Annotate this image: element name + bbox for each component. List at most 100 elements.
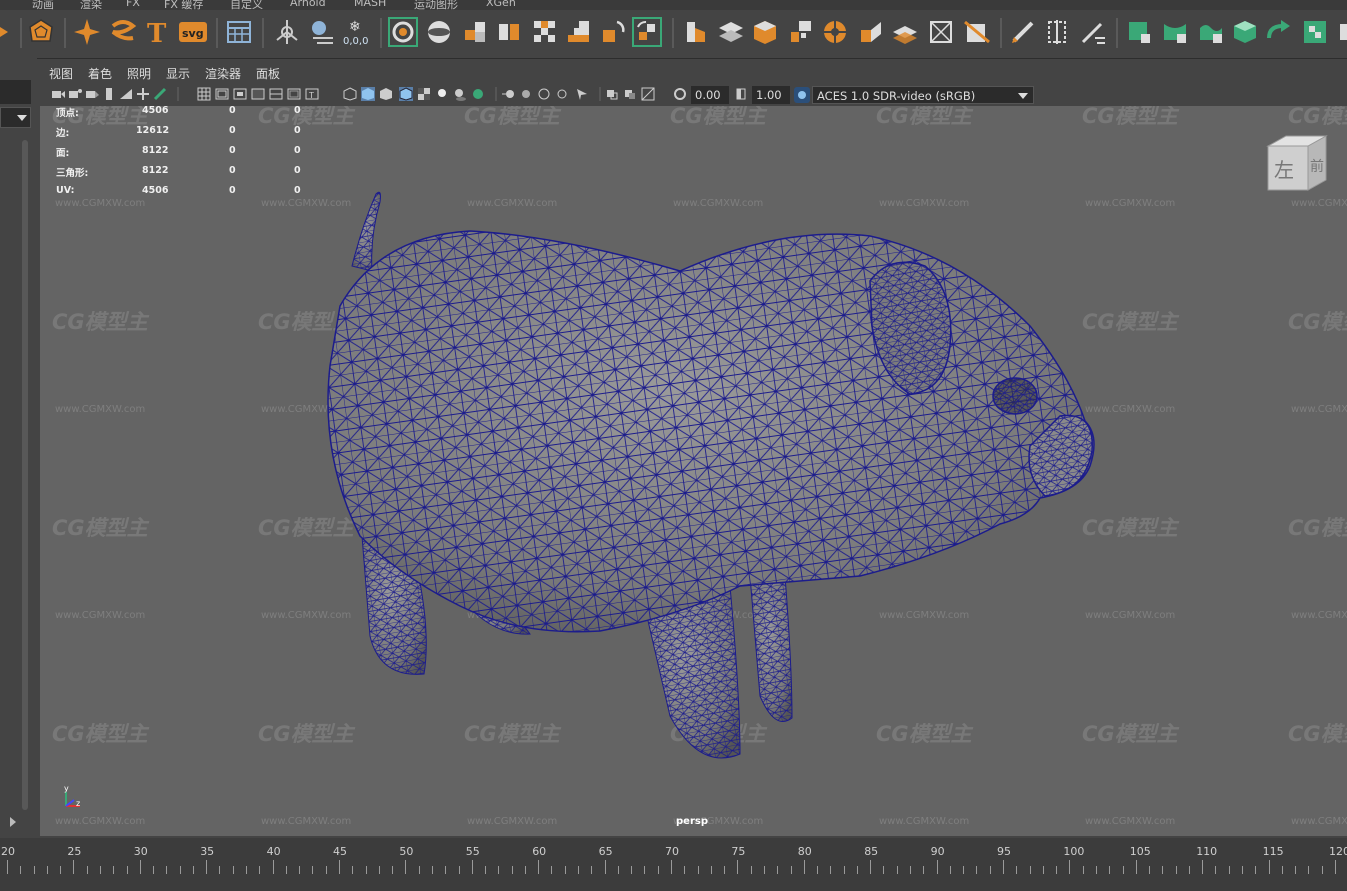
default-material-icon[interactable] (379, 87, 393, 101)
checker-grid-icon[interactable] (530, 17, 560, 47)
shelf-tab[interactable]: XGen (486, 0, 516, 9)
grid-table-icon[interactable] (224, 17, 254, 47)
shelf-tab[interactable]: FX (126, 0, 140, 9)
split-cube-icon[interactable] (494, 17, 524, 47)
textures-icon[interactable] (417, 87, 431, 101)
bookmark-camera-icon[interactable] (85, 87, 99, 101)
locator-icon[interactable] (272, 17, 302, 47)
frame-selection-icon[interactable] (641, 87, 655, 101)
grease-pencil-icon[interactable] (153, 87, 167, 101)
shadows-icon[interactable] (453, 87, 467, 101)
cubes-icon[interactable] (460, 17, 490, 47)
bookmark-icon[interactable] (102, 87, 116, 101)
camera-attr-icon[interactable] (68, 87, 82, 101)
bounding-box-icon[interactable] (926, 17, 956, 47)
pig-mesh-model[interactable] (40, 106, 1347, 836)
gate-mask-icon[interactable] (251, 87, 265, 101)
perspective-viewport[interactable]: 顶点: 4506 0 0 边: 12612 0 0 面: 8122 0 0 三角… (40, 106, 1347, 836)
gamma-field[interactable]: 1.00 (752, 86, 790, 104)
shard-icon[interactable] (856, 17, 886, 47)
green-checker-icon[interactable] (1300, 17, 1330, 47)
snowflake-icon[interactable]: ❄ 0,0,0 (342, 17, 372, 47)
shelf-tab[interactable]: 渲染 (80, 0, 102, 10)
green-arrow-icon[interactable] (1264, 17, 1294, 47)
shelf-tab[interactable]: 运动图形 (414, 0, 458, 10)
xray-active-icon[interactable] (623, 87, 637, 101)
shelf-more-icon[interactable] (1330, 17, 1347, 47)
shelf-separator (672, 18, 674, 48)
green-cube-icon[interactable] (1124, 17, 1154, 47)
colorspace-dropdown[interactable]: ACES 1.0 SDR-video (sRGB) (812, 86, 1034, 104)
flat-layers-icon[interactable] (890, 17, 920, 47)
gamma-icon[interactable] (734, 87, 748, 101)
measure-icon[interactable] (1042, 17, 1072, 47)
depth-of-field-icon[interactable] (537, 87, 551, 101)
menu-panels[interactable]: 面板 (256, 65, 280, 82)
cube-icon[interactable] (750, 17, 780, 47)
camera-icon[interactable] (51, 87, 65, 101)
wheel-icon[interactable] (820, 17, 850, 47)
sparkle-icon[interactable] (72, 17, 102, 47)
smooth-shade-icon[interactable] (361, 87, 375, 101)
green-curve-icon[interactable] (1160, 17, 1190, 47)
stair-grid-icon[interactable] (564, 17, 594, 47)
image-plane-icon[interactable] (119, 87, 133, 101)
green-wave-icon[interactable] (1196, 17, 1226, 47)
pencil-icon[interactable] (1008, 17, 1038, 47)
timeline-tick (830, 866, 832, 874)
color-management-icon[interactable] (794, 87, 810, 103)
left-panel-dropdown[interactable] (0, 107, 31, 128)
cycle-cube-icon[interactable] (632, 17, 662, 47)
resolution-gate-icon[interactable] (233, 87, 247, 101)
xray-joints-icon[interactable] (605, 87, 619, 101)
expand-arrow-icon[interactable] (8, 815, 18, 829)
menu-shading[interactable]: 着色 (88, 65, 112, 82)
polyhedron-icon[interactable] (26, 17, 56, 47)
fragment-cube-icon[interactable] (786, 17, 816, 47)
timeline-tick (1281, 866, 1283, 874)
sphere-layers-icon[interactable] (424, 17, 454, 47)
timeline-label: 55 (465, 845, 480, 858)
brush-list-icon[interactable] (1078, 17, 1108, 47)
green-box-icon[interactable] (1230, 17, 1260, 47)
2d-pan-icon[interactable] (136, 87, 150, 101)
shelf-tab[interactable]: MASH (354, 0, 386, 9)
motion-blur-icon[interactable] (501, 87, 515, 101)
wireframe-cube-icon[interactable] (343, 87, 357, 101)
box-stack-icon[interactable] (680, 17, 710, 47)
safe-action-icon[interactable] (287, 87, 301, 101)
safe-title-icon[interactable]: T (305, 87, 319, 101)
slice-cube-icon[interactable] (962, 17, 992, 47)
shelf-scroll-left-icon[interactable] (0, 17, 18, 47)
lights-icon[interactable] (435, 87, 449, 101)
timer-icon[interactable] (306, 17, 336, 47)
helix-icon[interactable] (108, 17, 138, 47)
left-panel-scrollbar[interactable] (22, 140, 28, 810)
xray-icon[interactable] (575, 87, 589, 101)
layers-icon[interactable] (716, 17, 746, 47)
field-chart-icon[interactable] (269, 87, 283, 101)
isolate-icon[interactable] (555, 87, 569, 101)
lasso-icon[interactable] (388, 17, 418, 47)
shelf-tab[interactable]: 动画 (32, 0, 54, 10)
menu-lighting[interactable]: 照明 (127, 65, 151, 82)
exposure-icon[interactable] (673, 87, 687, 101)
anti-alias-icon[interactable] (519, 87, 533, 101)
grid-icon[interactable] (197, 87, 211, 101)
menu-show[interactable]: 显示 (166, 65, 190, 82)
time-slider[interactable]: 20 25 30 35 40 45 50 55 60 65 70 75 80 85 90 95 100 105 11… (0, 838, 1347, 891)
left-side-panel (0, 58, 37, 838)
menu-view[interactable]: 视图 (49, 65, 73, 82)
film-gate-icon[interactable] (215, 87, 229, 101)
ambient-occlusion-icon[interactable] (471, 87, 485, 101)
menu-renderer[interactable]: 渲染器 (205, 65, 241, 82)
exposure-field[interactable]: 0.00 (691, 86, 729, 104)
view-cube[interactable]: 左 前 (1266, 134, 1328, 192)
wireframe-on-shaded-icon[interactable] (399, 87, 413, 101)
text-tool-icon[interactable]: T (142, 17, 172, 47)
shelf-tab[interactable]: FX 缓存 (164, 0, 203, 10)
svg-tool-icon[interactable]: svg (178, 17, 208, 47)
shelf-tab[interactable]: 自定义 (230, 0, 263, 10)
shelf-tab[interactable]: Arnold (290, 0, 326, 9)
rotate-cube-icon[interactable] (598, 17, 628, 47)
